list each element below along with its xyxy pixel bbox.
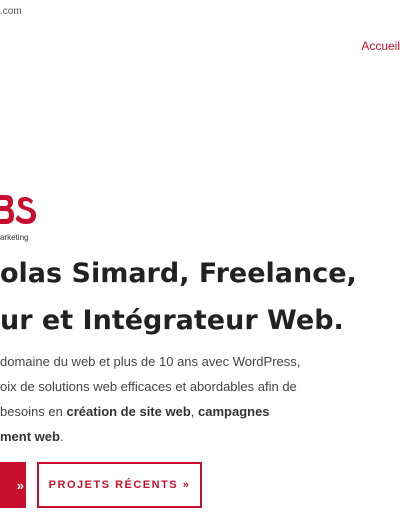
hero-description: domaine du web et plus de 10 ans avec Wo… (0, 349, 400, 449)
logo-mark (0, 195, 36, 224)
hero-text-line-3-start: besoins en (0, 404, 67, 419)
hero-text-line-4: ment web. (0, 424, 400, 449)
primary-cta-label: » (16, 477, 25, 493)
highlight-site-creation: création de site web (66, 404, 191, 419)
hero-text-line-3: besoins en création de site web, campagn… (0, 399, 400, 424)
hero-title: olas Simard, Freelance, ur et Intégrateu… (0, 250, 357, 344)
hero-text-line-1: domaine du web et plus de 10 ans avec Wo… (0, 354, 301, 369)
hero-title-line-2: ur et Intégrateur Web. (0, 305, 344, 336)
hero-text-line-2: oix de solutions web efficaces et aborda… (0, 379, 297, 394)
nav-item-home[interactable]: Accueil (361, 39, 400, 53)
logo-tagline: arketing (0, 233, 29, 242)
contact-email[interactable]: .com (0, 6, 22, 17)
primary-cta-button[interactable]: » (0, 462, 26, 508)
hero-title-line-1: olas Simard, Freelance, (0, 258, 357, 289)
recent-projects-label: PROJETS RÉCENTS » (48, 479, 191, 491)
highlight-web-management: ment web (0, 429, 60, 444)
page: .com Accueil arketing olas Simard, Freel… (0, 0, 400, 516)
hero-text-separator: , (190, 404, 198, 419)
hero-text-period: . (59, 429, 64, 444)
recent-projects-button[interactable]: PROJETS RÉCENTS » (37, 462, 202, 508)
highlight-campaigns: campagnes (198, 404, 270, 419)
